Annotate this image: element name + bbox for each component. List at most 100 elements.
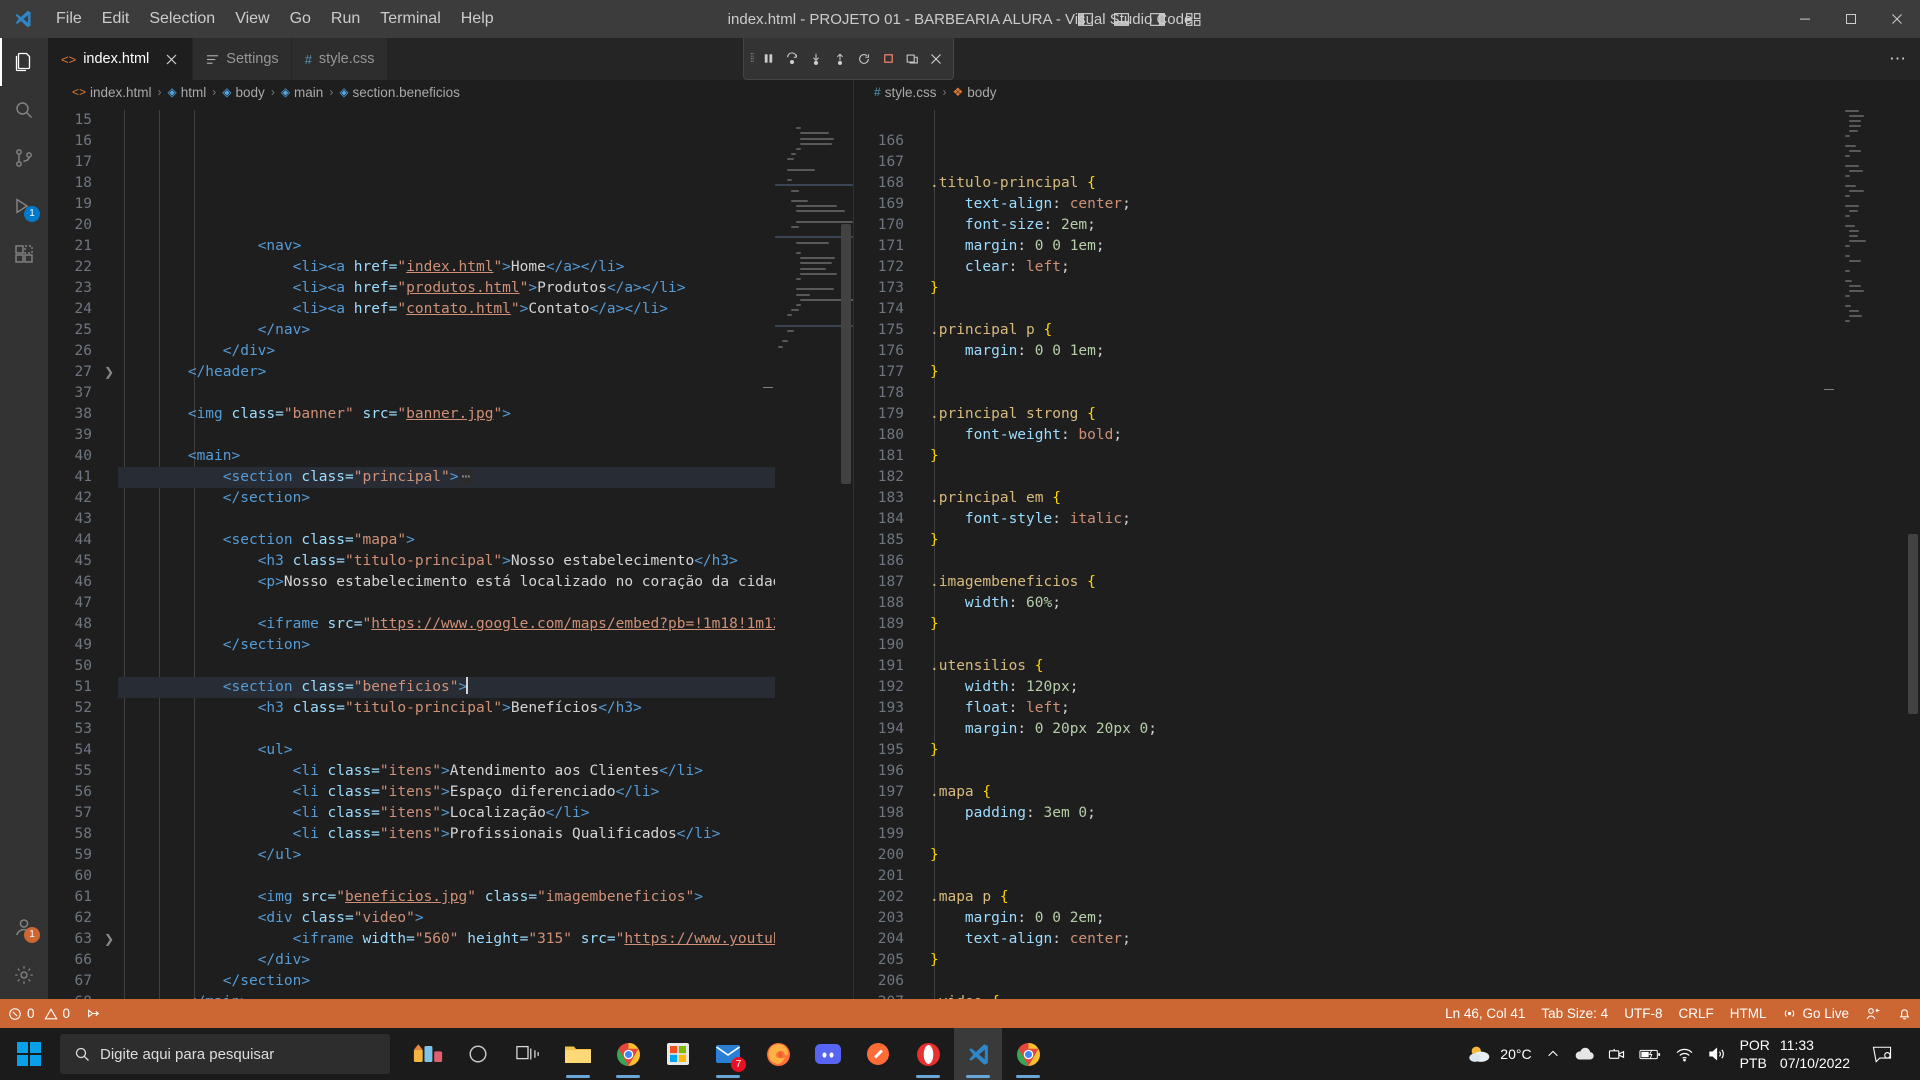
minimize-button[interactable] — [1782, 0, 1828, 38]
code-line[interactable]: } — [930, 530, 1842, 551]
code-line[interactable]: <section class="principal"> ⋯ — [118, 467, 775, 488]
code-line[interactable]: <main> — [118, 446, 775, 467]
code-line[interactable] — [930, 824, 1842, 845]
camera-icon[interactable] — [1601, 1028, 1632, 1080]
drag-handle[interactable]: ⦙⦙ — [750, 51, 755, 66]
editor-scrollbar-html[interactable] — [839, 104, 853, 999]
code-line[interactable]: font-size: 2em; — [930, 215, 1842, 236]
code-line[interactable]: <p>Nosso estabelecimento está localizado… — [118, 572, 775, 593]
code-line[interactable]: <li class="itens">Localização</li> — [118, 803, 775, 824]
code-line[interactable]: font-weight: bold; — [930, 425, 1842, 446]
code-line[interactable]: .principal p { — [930, 320, 1842, 341]
code-line[interactable]: <h3 class="titulo-principal">Nosso estab… — [118, 551, 775, 572]
code-line[interactable]: font-style: italic; — [930, 509, 1842, 530]
code-line[interactable] — [118, 593, 775, 614]
code-line[interactable]: <li class="itens">Atendimento aos Client… — [118, 761, 775, 782]
sidebar-item-extensions[interactable] — [0, 230, 48, 278]
toggle-primary-sidebar-icon[interactable] — [1069, 0, 1103, 38]
taskbar-firefox-icon[interactable] — [754, 1028, 802, 1080]
code-line[interactable]: margin: 0 0 1em; — [930, 236, 1842, 257]
status-go-live[interactable]: Go Live — [1774, 999, 1857, 1028]
input-language-indicator[interactable]: POR PTB — [1734, 1036, 1776, 1072]
sidebar-item-explorer[interactable] — [0, 38, 48, 86]
code-line[interactable] — [930, 761, 1842, 782]
menu-help[interactable]: Help — [451, 0, 504, 38]
status-eol[interactable]: CRLF — [1670, 999, 1721, 1028]
code-line[interactable]: </div> — [118, 341, 775, 362]
status-language-mode[interactable]: HTML — [1722, 999, 1775, 1028]
status-notifications-bell-icon[interactable] — [1889, 999, 1920, 1028]
code-line[interactable]: </section> — [118, 971, 775, 992]
code-line[interactable]: <h3 class="titulo-principal">Benefícios<… — [118, 698, 775, 719]
code-line[interactable] — [930, 635, 1842, 656]
code-line[interactable]: text-align: center; — [930, 929, 1842, 950]
taskbar-postman-icon[interactable] — [854, 1028, 902, 1080]
sidebar-item-source-control[interactable] — [0, 134, 48, 182]
taskbar-chrome-secondary-icon[interactable] — [1004, 1028, 1052, 1080]
code-line[interactable] — [118, 215, 775, 236]
volume-icon[interactable] — [1701, 1028, 1734, 1080]
code-line[interactable]: } — [930, 446, 1842, 467]
toggle-panel-icon[interactable] — [1105, 0, 1139, 38]
breadcrumb-file[interactable]: <> index.html — [70, 85, 154, 100]
code-line[interactable]: <img src="beneficios.jpg" class="imagemb… — [118, 887, 775, 908]
toggle-secondary-sidebar-icon[interactable] — [1141, 0, 1175, 38]
code-line[interactable]: padding: 3em 0; — [930, 803, 1842, 824]
code-line[interactable]: margin: 0 0 2em; — [930, 908, 1842, 929]
taskbar-search-input[interactable]: Digite aqui para pesquisar — [60, 1034, 390, 1074]
code-line[interactable]: float: left; — [930, 698, 1842, 719]
code-line[interactable]: } — [930, 845, 1842, 866]
taskbar-vscode-icon[interactable] — [954, 1028, 1002, 1080]
code-line[interactable]: <li><a href="index.html">Home</a></li> — [118, 257, 775, 278]
status-cursor-position[interactable]: Ln 46, Col 41 — [1437, 999, 1533, 1028]
onedrive-cloud-icon[interactable] — [1567, 1028, 1601, 1080]
code-line[interactable] — [930, 866, 1842, 887]
code-line[interactable]: .utensilios { — [930, 656, 1842, 677]
code-line[interactable]: </div> — [118, 950, 775, 971]
breadcrumb-symbol-body[interactable]: ❖ body — [950, 85, 998, 100]
code-line[interactable] — [118, 425, 775, 446]
taskbar-file-explorer-icon[interactable] — [554, 1028, 602, 1080]
sidebar-item-run-and-debug[interactable]: 1 — [0, 182, 48, 230]
customize-layout-icon[interactable] — [1177, 0, 1211, 38]
taskbar-widgets-icon[interactable] — [404, 1028, 452, 1080]
code-line[interactable] — [118, 866, 775, 887]
tray-expand-chevron-icon[interactable] — [1539, 1028, 1567, 1080]
menu-terminal[interactable]: Terminal — [370, 0, 450, 38]
code-content-css[interactable]: .titulo-principal { text-align: center; … — [930, 104, 1842, 999]
breadcrumb-symbol-body[interactable]: ◈ body — [220, 85, 267, 100]
menu-view[interactable]: View — [225, 0, 279, 38]
code-line[interactable]: .mapa { — [930, 782, 1842, 803]
code-line[interactable]: } — [930, 950, 1842, 971]
code-line[interactable]: } — [930, 740, 1842, 761]
restart-button[interactable] — [853, 46, 875, 72]
weather-widget[interactable]: 20°C — [1460, 1028, 1538, 1080]
code-content-html[interactable]: <nav> <li><a href="index.html">Home</a><… — [118, 104, 775, 999]
breadcrumb-symbol-html[interactable]: ◈ html — [166, 85, 209, 100]
maximize-button[interactable] — [1828, 0, 1874, 38]
taskbar-cortana-icon[interactable] — [454, 1028, 502, 1080]
taskbar-discord-icon[interactable] — [804, 1028, 852, 1080]
code-line[interactable] — [930, 299, 1842, 320]
code-line[interactable]: clear: left; — [930, 257, 1842, 278]
stop-button[interactable] — [877, 46, 899, 72]
settings-gear-icon[interactable] — [0, 951, 48, 999]
tab-index-html[interactable]: <> index.html — [48, 38, 194, 80]
code-line[interactable]: .mapa p { — [930, 887, 1842, 908]
code-line[interactable]: .principal strong { — [930, 404, 1842, 425]
sidebar-item-search[interactable] — [0, 86, 48, 134]
taskbar-mail-icon[interactable]: 7 — [704, 1028, 752, 1080]
battery-icon[interactable] — [1632, 1028, 1668, 1080]
code-line[interactable]: width: 60%; — [930, 593, 1842, 614]
fold-toggle[interactable]: ❯ — [104, 929, 118, 950]
code-line[interactable]: <section class="mapa"> — [118, 530, 775, 551]
breadcrumb-file[interactable]: # style.css — [872, 85, 938, 100]
code-line[interactable]: .imagembeneficios { — [930, 572, 1842, 593]
status-live-share[interactable] — [1857, 999, 1889, 1028]
start-button[interactable] — [0, 1028, 58, 1080]
close-debug-button[interactable] — [925, 46, 947, 72]
code-line[interactable]: </section> — [118, 635, 775, 656]
code-line[interactable]: } — [930, 614, 1842, 635]
code-line[interactable]: width: 120px; — [930, 677, 1842, 698]
disconnect-button[interactable] — [901, 46, 923, 72]
